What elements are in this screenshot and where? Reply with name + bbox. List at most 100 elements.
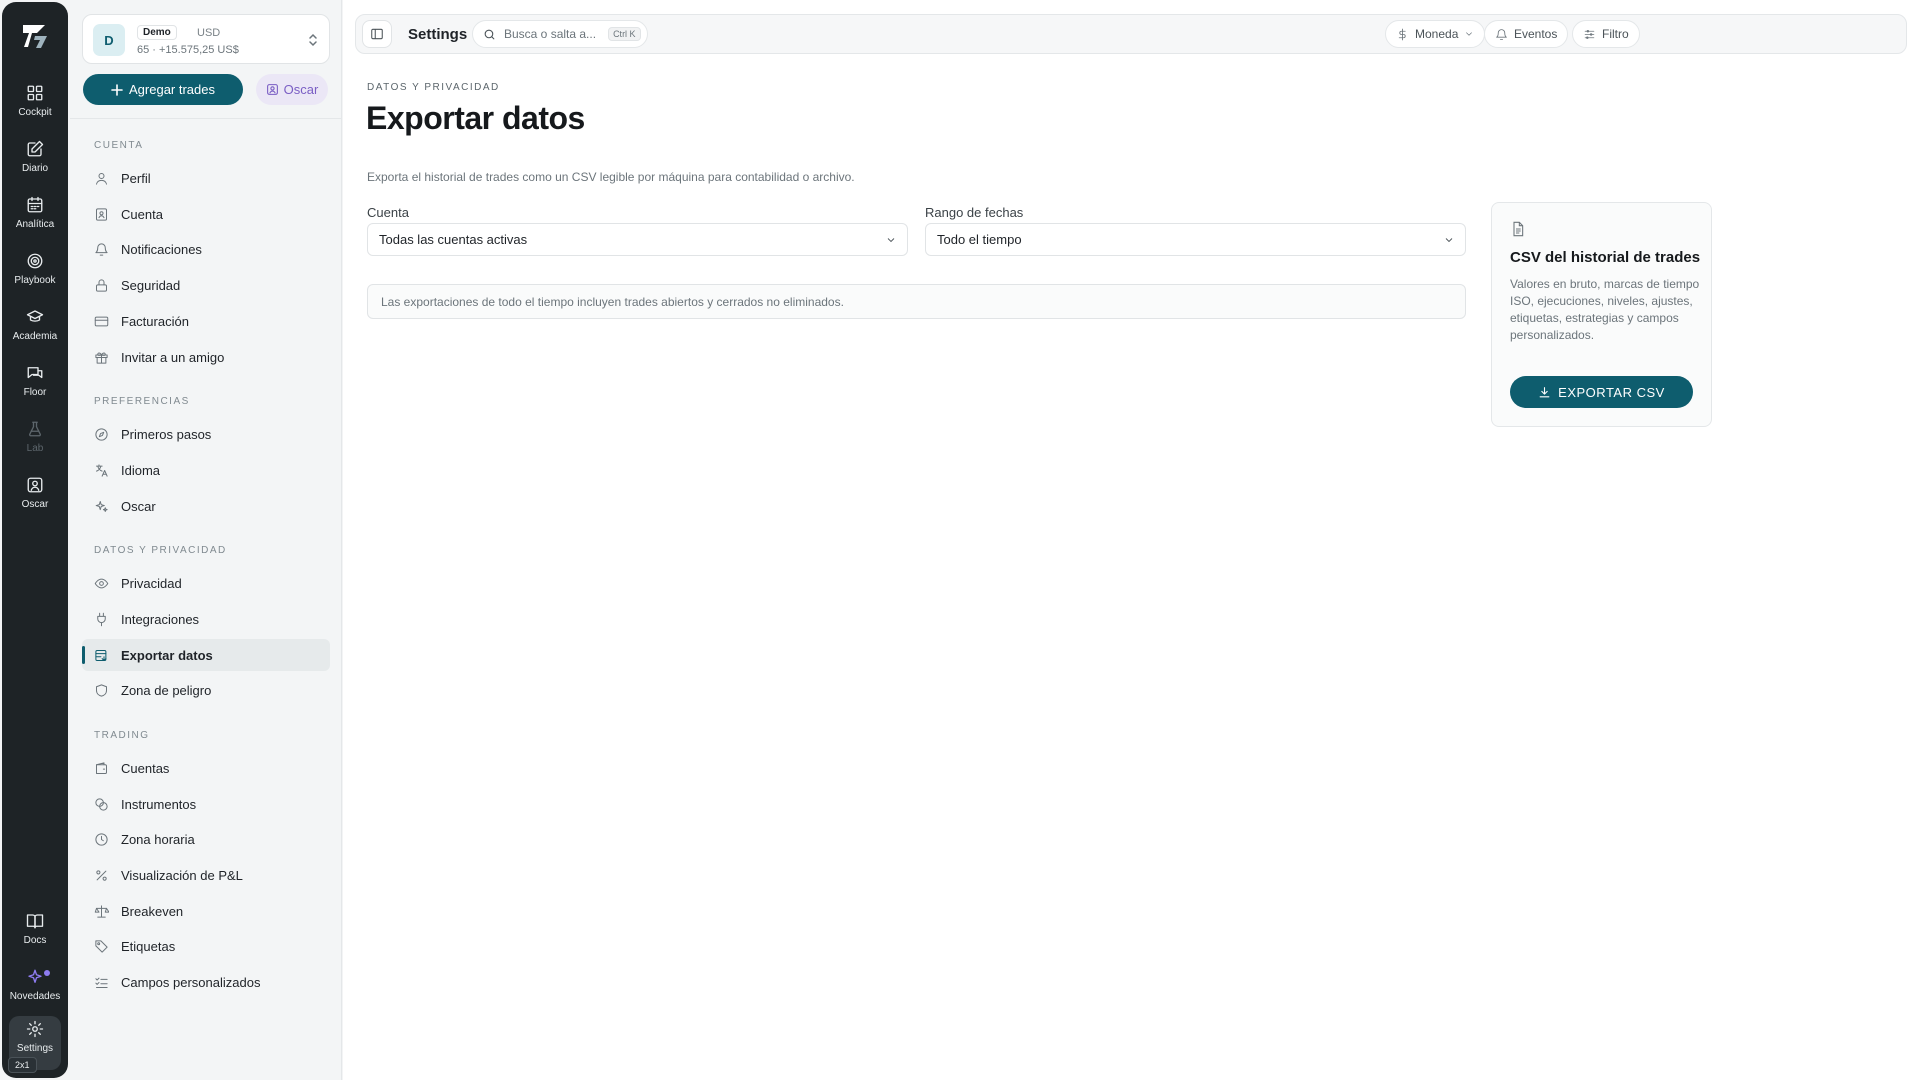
eventos-label: Eventos (1514, 27, 1558, 41)
rail-label: Analítica (15, 219, 55, 230)
card-title: CSV del historial de trades (1510, 249, 1701, 266)
nav-perfil[interactable]: Perfil (82, 162, 330, 194)
rail-label: Lab (26, 443, 44, 454)
section-title-preferencias: PREFERENCIAS (94, 396, 190, 407)
compass-icon (95, 427, 108, 441)
oscar-button[interactable]: Oscar (256, 74, 328, 105)
sparkle-icon (28, 969, 42, 983)
rail-docs[interactable]: Docs (2, 908, 68, 960)
rail-label: Cockpit (18, 107, 52, 118)
nav-label: Perfil (121, 170, 151, 186)
rail-oscar[interactable]: Oscar (2, 472, 68, 524)
nav-seguridad[interactable]: Seguridad (82, 269, 330, 301)
rail-analitica[interactable]: Analítica (2, 192, 68, 244)
nav-label: Integraciones (121, 611, 200, 627)
top-bar: Settings Busca o salta a... Ctrl K Moned… (355, 14, 1907, 54)
edit-icon (27, 140, 44, 157)
nav-label: Idioma (121, 462, 161, 478)
nav-etiquetas[interactable]: Etiquetas (82, 930, 330, 962)
date-range-select[interactable]: Todo el tiempo (925, 223, 1466, 256)
moneda-button[interactable]: Moneda (1385, 20, 1486, 48)
file-text-icon (1513, 221, 1524, 237)
nav-exportar-datos[interactable]: Exportar datos (82, 639, 330, 671)
nav-zona-horaria[interactable]: Zona horaria (82, 823, 330, 855)
nav-label: Zona horaria (121, 831, 195, 847)
eventos-button[interactable]: Eventos (1484, 20, 1569, 48)
chevron-down-icon (887, 238, 895, 243)
nav-facturacion[interactable]: Facturación (82, 305, 330, 337)
logo-icon (23, 25, 47, 48)
plus-icon (111, 83, 123, 96)
nav-instrumentos[interactable]: Instrumentos (82, 788, 330, 820)
nav-primeros-pasos[interactable]: Primeros pasos (82, 418, 330, 450)
nav-notificaciones[interactable]: Notificaciones (82, 233, 330, 265)
nav-label: Campos personalizados (121, 974, 261, 990)
export-note: Las exportaciones de todo el tiempo incl… (367, 284, 1466, 319)
rail-label: Floor (23, 387, 47, 398)
settings-sidebar: D Demo USD 65 · +15.575,25 US$ Agregar t… (70, 0, 342, 1080)
nav-cuentas[interactable]: Cuentas (82, 752, 330, 784)
add-trades-label: Agregar trades (129, 82, 215, 97)
rail-lab[interactable]: Lab (2, 416, 68, 468)
export-csv-button[interactable]: EXPORTAR CSV (1510, 376, 1693, 408)
search-input[interactable]: Busca o salta a... Ctrl K (472, 20, 648, 48)
account-switcher[interactable]: D Demo USD 65 · +15.575,25 US$ (82, 14, 330, 64)
flask-icon (29, 421, 41, 437)
nav-idioma[interactable]: Idioma (82, 454, 330, 486)
main-content: Settings Busca o salta a... Ctrl K Moned… (343, 0, 1920, 1080)
download-icon (1539, 386, 1550, 397)
nav-cuenta[interactable]: Cuenta (82, 198, 330, 230)
rail-diario[interactable]: Diario (2, 136, 68, 188)
filtro-button[interactable]: Filtro (1572, 20, 1640, 48)
account-select[interactable]: Todas las cuentas activas (367, 223, 908, 256)
rail-label: Academia (12, 331, 58, 342)
rail-label: Oscar (21, 499, 49, 510)
promo-badge[interactable]: 2x1 (8, 1057, 37, 1073)
date-range-value: Todo el tiempo (937, 232, 1022, 247)
sidebar-toggle-button[interactable] (362, 20, 392, 48)
nav-label: Breakeven (121, 903, 184, 919)
chevron-down-icon (1445, 238, 1453, 243)
eye-icon (94, 578, 109, 588)
nav-zona-peligro[interactable]: Zona de peligro (82, 674, 330, 706)
rail-cockpit[interactable]: Cockpit (2, 80, 68, 132)
nav-label: Cuentas (121, 760, 170, 776)
id-card-icon (96, 207, 107, 221)
nav-label: Primeros pasos (121, 426, 212, 442)
nav-campos-personalizados[interactable]: Campos personalizados (82, 966, 330, 998)
rail-label: Novedades (9, 991, 61, 1002)
nav-label: Privacidad (121, 575, 182, 591)
rail-academia[interactable]: Academia (2, 304, 68, 356)
rail-floor[interactable]: Floor (2, 360, 68, 412)
app-logo[interactable] (2, 16, 68, 56)
section-title-cuenta: CUENTA (94, 140, 144, 151)
add-trades-button[interactable]: Agregar trades (83, 74, 243, 105)
nav-invitar[interactable]: Invitar a un amigo (82, 341, 330, 373)
nav-integraciones[interactable]: Integraciones (82, 603, 330, 635)
nav-privacidad[interactable]: Privacidad (82, 567, 330, 599)
nav-pnl[interactable]: Visualización de P&L (82, 859, 330, 891)
rail-label: Settings (16, 1043, 54, 1054)
page-title: Exportar datos (366, 100, 585, 136)
breadcrumb: DATOS Y PRIVACIDAD (367, 82, 500, 93)
lock-icon (96, 278, 107, 292)
list-check-icon (95, 977, 108, 988)
gear-icon (26, 1020, 44, 1038)
user-square-icon (266, 84, 278, 95)
export-csv-label: EXPORTAR CSV (1558, 384, 1665, 400)
dollar-icon (1398, 28, 1406, 40)
nav-breakeven[interactable]: Breakeven (82, 895, 330, 927)
rail-novedades[interactable]: Novedades (2, 964, 68, 1016)
user-icon (96, 172, 107, 185)
chat-icon (27, 367, 43, 379)
chevron-up-down-icon (309, 33, 317, 47)
search-shortcut: Ctrl K (608, 27, 641, 41)
nav-oscar[interactable]: Oscar (82, 490, 330, 522)
notification-dot (44, 970, 50, 976)
account-name: Demo (137, 25, 177, 40)
nav-label: Facturación (121, 313, 189, 329)
graduation-cap-icon (26, 310, 44, 322)
page-header-title: Settings (408, 26, 468, 43)
plug-icon (97, 612, 106, 626)
rail-playbook[interactable]: Playbook (2, 248, 68, 300)
